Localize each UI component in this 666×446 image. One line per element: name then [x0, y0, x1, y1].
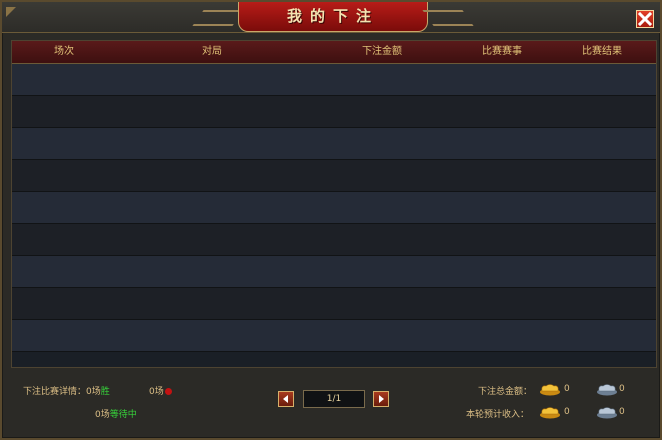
- table-row: [12, 256, 656, 288]
- column-header-round: 场次: [54, 46, 74, 57]
- table-row: [12, 192, 656, 224]
- column-header-result: 比赛结果: [582, 46, 622, 57]
- lose-stat: 0场: [149, 384, 172, 397]
- lose-count: 0场: [149, 387, 164, 397]
- triangle-left-icon: [283, 395, 288, 403]
- silver-ingot-icon: [597, 384, 617, 396]
- pending-label: 等待中: [109, 410, 137, 420]
- win-label: 胜: [100, 387, 110, 397]
- total-bet-silver: 0: [619, 384, 625, 394]
- total-bet-gold: 0: [564, 384, 570, 394]
- triangle-right-icon: [379, 395, 384, 403]
- prev-page-button[interactable]: [278, 391, 294, 407]
- table-body: [12, 64, 656, 352]
- close-button[interactable]: [636, 10, 654, 28]
- my-bets-window: 我的下注 场次 对局 下注金额 比赛赛事 比赛结果 下注比赛详情：0场胜 0场 …: [0, 0, 662, 440]
- pending-count: 0场: [95, 410, 110, 420]
- table-header: 场次 对局 下注金额 比赛赛事 比赛结果: [12, 41, 656, 64]
- column-header-event: 比赛赛事: [482, 46, 522, 57]
- lose-dot-icon: [164, 388, 172, 395]
- bets-table: 场次 对局 下注金额 比赛赛事 比赛结果: [11, 40, 657, 368]
- expected-income-gold: 0: [564, 407, 570, 417]
- total-bet-label: 下注总金额：: [478, 387, 533, 397]
- next-page-button[interactable]: [373, 391, 389, 407]
- table-row: [12, 288, 656, 320]
- title-ornament-left-icon: [192, 10, 244, 26]
- corner-ornament-icon: [6, 7, 16, 17]
- gold-ingot-icon: [540, 407, 560, 419]
- expected-income-silver: 0: [619, 407, 625, 417]
- table-row: [12, 224, 656, 256]
- silver-ingot-icon: [597, 407, 617, 419]
- close-icon: [637, 11, 653, 27]
- table-row: [12, 64, 656, 96]
- table-row: [12, 160, 656, 192]
- title-plate: 我的下注: [238, 2, 428, 32]
- title-ornament-right-icon: [422, 10, 474, 26]
- column-header-match: 对局: [202, 46, 222, 57]
- expected-income-label: 本轮预计收入：: [466, 410, 530, 420]
- gold-ingot-icon: [540, 384, 560, 396]
- win-count: 0场: [86, 387, 101, 397]
- bet-detail-label: 下注比赛详情：: [23, 387, 87, 397]
- title-bar: 我的下注: [2, 2, 660, 33]
- bet-detail-line: 下注比赛详情：0场胜: [23, 384, 110, 397]
- window-title: 我的下注: [286, 7, 379, 25]
- table-row: [12, 96, 656, 128]
- pending-stat: 0场等待中: [95, 407, 137, 420]
- title-banner: 我的下注: [192, 2, 474, 34]
- summary-area: 下注比赛详情：0场胜 0场 0场等待中 1/1 下注总金额： 0 0 本轮预计收…: [11, 370, 657, 434]
- table-row: [12, 128, 656, 160]
- column-header-bet-amount: 下注金额: [362, 46, 402, 57]
- page-indicator: 1/1: [303, 390, 365, 408]
- table-row: [12, 320, 656, 352]
